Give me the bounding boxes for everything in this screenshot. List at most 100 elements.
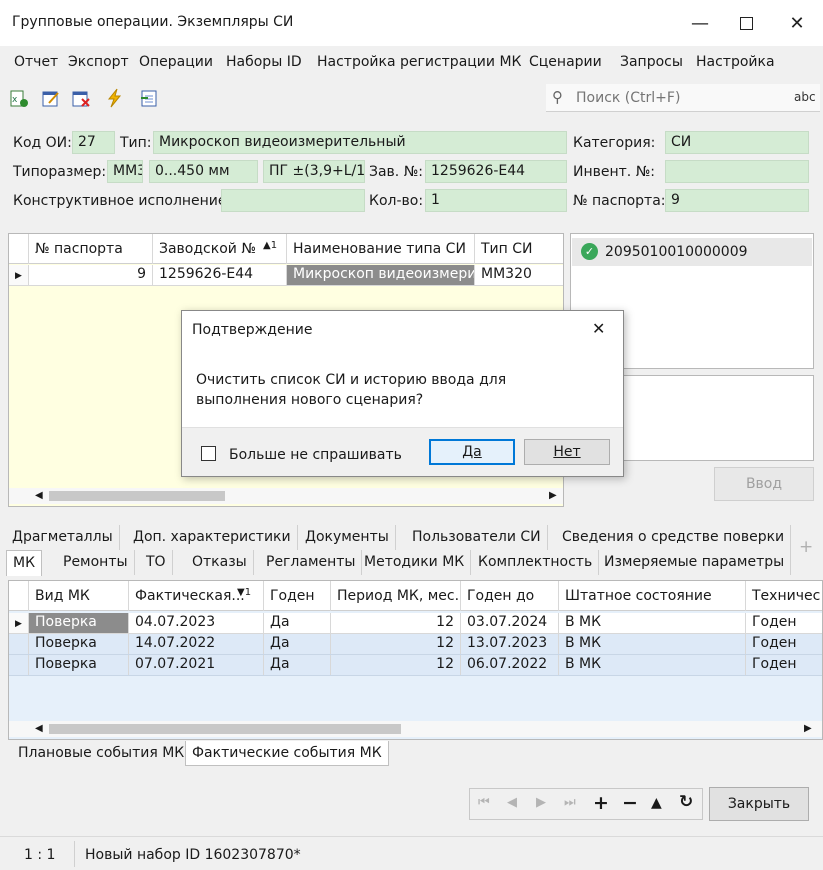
cell-goden[interactable]: Да bbox=[264, 613, 331, 633]
col-period[interactable]: Период МК, мес. bbox=[331, 581, 461, 611]
dont-ask-checkbox[interactable] bbox=[201, 446, 216, 461]
scroll-left-icon[interactable]: ◀ bbox=[35, 723, 43, 734]
post-record-icon[interactable]: ▲ bbox=[651, 795, 662, 811]
cell-vid[interactable]: Поверка bbox=[29, 655, 129, 675]
tab-measured-params[interactable]: Измеряемые параметры bbox=[598, 550, 792, 575]
table-row[interactable]: ▶ 9 1259626-E44 Микроскоп видеоизмерител… bbox=[9, 265, 563, 286]
lightning-icon[interactable] bbox=[102, 85, 128, 111]
cell-type[interactable]: MM320 bbox=[475, 265, 563, 285]
tab-repairs[interactable]: Ремонты bbox=[57, 550, 135, 575]
col-fact-date[interactable]: Фактическая... ▼1 bbox=[129, 581, 264, 611]
category-field[interactable]: СИ bbox=[665, 131, 809, 154]
table-row[interactable]: ▶ Поверка 04.07.2023 Да 12 03.07.2024 В … bbox=[9, 613, 822, 634]
col-tech[interactable]: Техничес bbox=[746, 581, 822, 611]
tab-planned-events[interactable]: Плановые события МК bbox=[12, 741, 192, 766]
konstr-field[interactable] bbox=[221, 189, 365, 212]
yes-button[interactable]: Да bbox=[429, 439, 515, 465]
cell-tech[interactable]: Годен bbox=[746, 655, 822, 675]
close-button[interactable]: Закрыть bbox=[709, 787, 809, 821]
range-field[interactable]: 0...450 мм bbox=[149, 160, 258, 183]
col-passport[interactable]: № паспорта bbox=[29, 234, 153, 264]
cell-goden[interactable]: Да bbox=[264, 655, 331, 675]
cell-fact[interactable]: 07.07.2021 bbox=[129, 655, 264, 675]
col-valid-to[interactable]: Годен до bbox=[461, 581, 559, 611]
col-zav[interactable]: Заводской № ▲1 bbox=[153, 234, 287, 264]
grid-hscrollbar[interactable]: ◀ ▶ bbox=[9, 488, 563, 504]
scroll-right-icon[interactable]: ▶ bbox=[804, 723, 812, 734]
import-icon[interactable] bbox=[136, 85, 162, 111]
tab-completeness[interactable]: Комплектность bbox=[472, 550, 600, 575]
list-item[interactable]: ✓ 2095010010000009 bbox=[572, 238, 812, 266]
search-input[interactable] bbox=[576, 87, 776, 109]
menu-queries[interactable]: Запросы bbox=[620, 54, 683, 70]
table-row[interactable]: Поверка 14.07.2022 Да 12 13.07.2023 В МК… bbox=[9, 634, 822, 655]
col-type[interactable]: Тип СИ bbox=[475, 234, 563, 264]
zav-field[interactable]: 1259626-E44 bbox=[425, 160, 567, 183]
tab-documents[interactable]: Документы bbox=[299, 525, 396, 550]
type-field[interactable]: Микроскоп видеоизмерительный bbox=[153, 131, 567, 154]
menu-export[interactable]: Экспорт bbox=[68, 54, 129, 70]
cell-vid[interactable]: Поверка bbox=[29, 634, 129, 654]
cell-vid[interactable]: Поверка bbox=[29, 613, 129, 633]
cell-valid-to[interactable]: 13.07.2023 bbox=[461, 634, 559, 654]
tab-to[interactable]: ТО bbox=[140, 550, 173, 575]
next-record-icon[interactable]: ▶ bbox=[536, 795, 546, 810]
cell-tech[interactable]: Годен bbox=[746, 613, 822, 633]
cell-type-name[interactable]: Микроскоп видеоизмерительный bbox=[287, 265, 475, 285]
enter-button[interactable]: Ввод bbox=[714, 467, 814, 501]
tab-users[interactable]: Пользователи СИ bbox=[406, 525, 548, 550]
kod-oi-field[interactable]: 27 bbox=[72, 131, 115, 154]
accuracy-field[interactable]: ПГ ±(3,9+L/10 bbox=[263, 160, 365, 183]
cell-tech[interactable]: Годен bbox=[746, 634, 822, 654]
scroll-thumb[interactable] bbox=[49, 491, 225, 501]
col-goden[interactable]: Годен bbox=[264, 581, 331, 611]
tab-regulations[interactable]: Регламенты bbox=[260, 550, 363, 575]
add-record-icon[interactable]: + bbox=[593, 792, 609, 814]
add-tab-icon[interactable]: + bbox=[799, 537, 813, 557]
cell-fact[interactable]: 04.07.2023 bbox=[129, 613, 264, 633]
cell-valid-to[interactable]: 03.07.2024 bbox=[461, 613, 559, 633]
maximize-button[interactable] bbox=[723, 0, 769, 46]
menu-mk-registration[interactable]: Настройка регистрации МК bbox=[317, 54, 521, 70]
tab-extra-characteristics[interactable]: Доп. характеристики bbox=[127, 525, 298, 550]
cell-period[interactable]: 12 bbox=[331, 655, 461, 675]
menu-operations[interactable]: Операции bbox=[139, 54, 213, 70]
tab-verification-means[interactable]: Сведения о средстве поверки bbox=[556, 525, 792, 550]
tiporazmer-field[interactable]: ММ3 bbox=[107, 160, 143, 183]
menu-scenarios[interactable]: Сценарии bbox=[529, 54, 602, 70]
cell-fact[interactable]: 14.07.2022 bbox=[129, 634, 264, 654]
cell-state[interactable]: В МК bbox=[559, 655, 746, 675]
scroll-right-icon[interactable]: ▶ bbox=[549, 490, 557, 501]
delete-record-icon[interactable]: − bbox=[622, 792, 638, 814]
last-record-icon[interactable]: ⏭ bbox=[564, 795, 576, 810]
cell-zav[interactable]: 1259626-E44 bbox=[153, 265, 287, 285]
cell-state[interactable]: В МК bbox=[559, 613, 746, 633]
delete-icon[interactable] bbox=[68, 85, 94, 111]
spellcheck-icon[interactable]: abc bbox=[794, 90, 816, 104]
cell-period[interactable]: 12 bbox=[331, 634, 461, 654]
tab-actual-events[interactable]: Фактические события МК bbox=[185, 741, 389, 766]
cell-goden[interactable]: Да bbox=[264, 634, 331, 654]
col-state[interactable]: Штатное состояние bbox=[559, 581, 746, 611]
refresh-icon[interactable]: ↻ bbox=[679, 792, 693, 812]
passport-field[interactable]: 9 bbox=[665, 189, 809, 212]
menu-id-sets[interactable]: Наборы ID bbox=[226, 54, 302, 70]
table-row[interactable]: Поверка 07.07.2021 Да 12 06.07.2022 В МК… bbox=[9, 655, 822, 676]
first-record-icon[interactable]: ⏮ bbox=[478, 795, 490, 810]
edit-icon[interactable] bbox=[38, 85, 64, 111]
tab-dragmetals[interactable]: Драгметаллы bbox=[6, 525, 120, 550]
mk-hscrollbar[interactable]: ◀ ▶ bbox=[9, 721, 822, 737]
prev-record-icon[interactable]: ◀ bbox=[507, 795, 517, 810]
dialog-close-icon[interactable]: ✕ bbox=[592, 319, 605, 338]
invent-field[interactable] bbox=[665, 160, 809, 183]
scroll-thumb[interactable] bbox=[49, 724, 401, 734]
close-window-button[interactable]: ✕ bbox=[774, 0, 820, 46]
minimize-button[interactable]: — bbox=[677, 0, 723, 46]
tab-methods[interactable]: Методики МК bbox=[358, 550, 472, 575]
cell-passport[interactable]: 9 bbox=[29, 265, 153, 285]
scroll-left-icon[interactable]: ◀ bbox=[35, 490, 43, 501]
no-button[interactable]: Нет bbox=[524, 439, 610, 465]
tab-mk[interactable]: МК bbox=[6, 550, 43, 576]
col-type-name[interactable]: Наименование типа СИ bbox=[287, 234, 475, 264]
tab-failures[interactable]: Отказы bbox=[186, 550, 254, 575]
